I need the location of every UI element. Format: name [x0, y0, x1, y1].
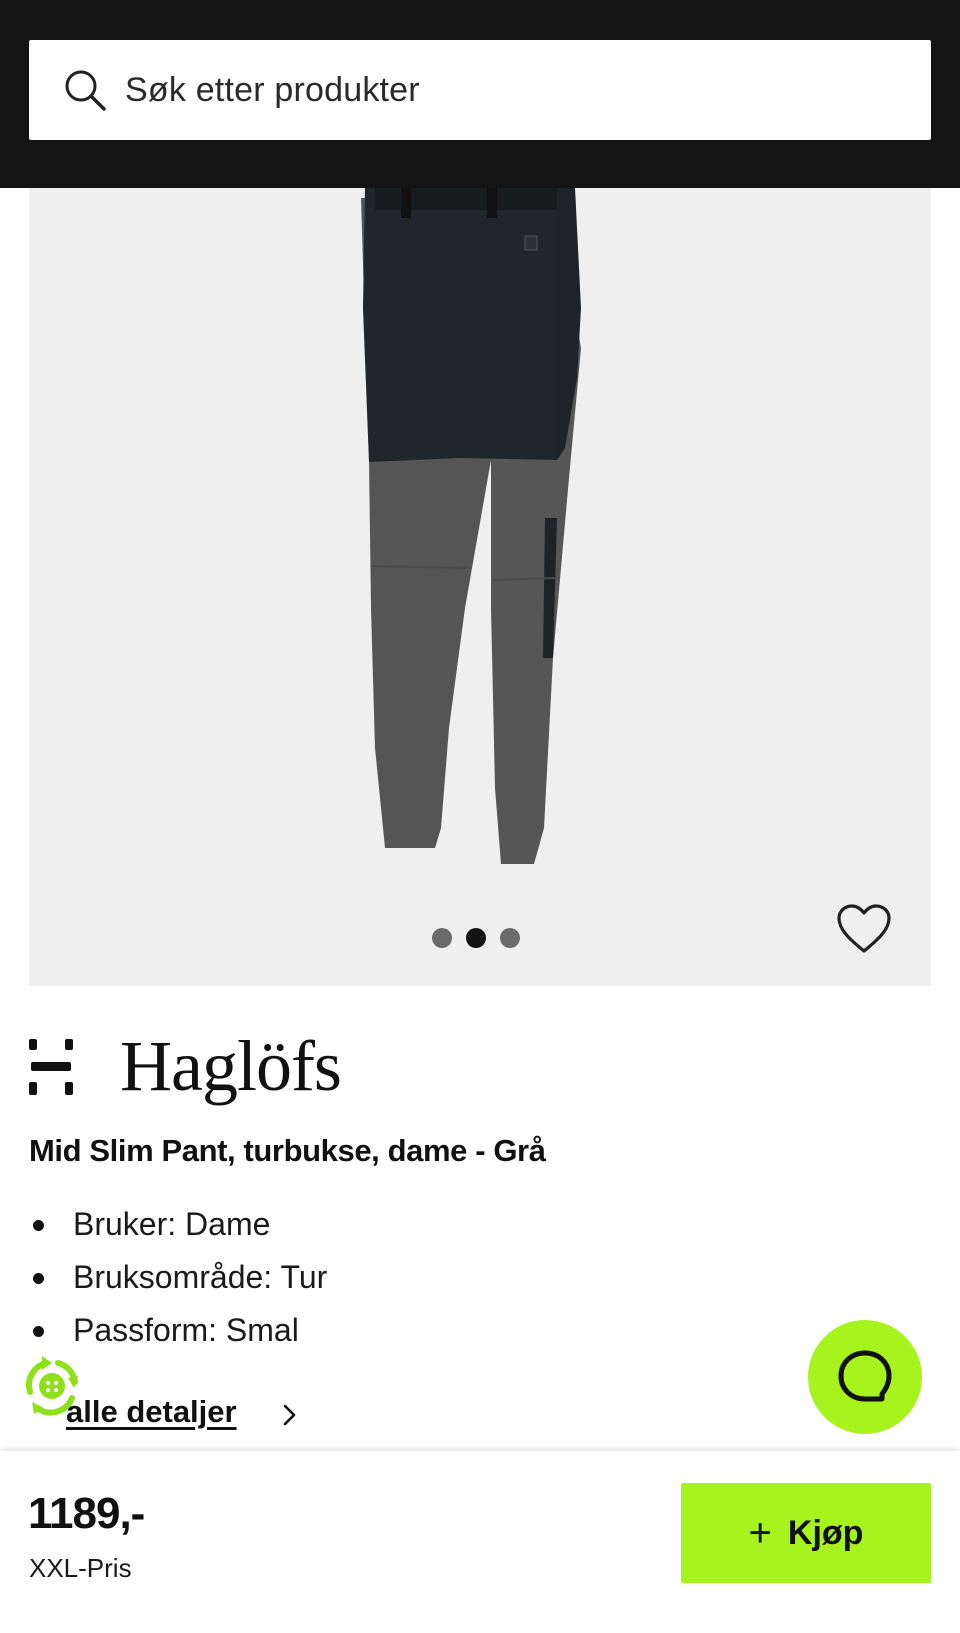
product-title: Mid Slim Pant, turbukse, dame - Grå [29, 1133, 546, 1168]
gallery-pagination[interactable] [432, 928, 520, 948]
gallery-dot[interactable] [500, 928, 520, 948]
feature-item: Bruker: Dame [29, 1198, 327, 1251]
product-image-gallery[interactable] [29, 188, 931, 986]
gallery-dot[interactable] [432, 928, 452, 948]
heart-icon[interactable] [836, 903, 892, 955]
search-bar[interactable]: Søk etter produkter [29, 40, 931, 140]
feature-item: Passform: Smal [29, 1304, 327, 1357]
feature-item: Bruksområde: Tur [29, 1251, 327, 1304]
chat-button[interactable] [808, 1320, 922, 1434]
feature-list: Bruker: Dame Bruksområde: Tur Passform: … [29, 1198, 327, 1357]
brand-logo[interactable]: Haglöfs [28, 1025, 342, 1108]
buy-button-label: Kjøp [787, 1513, 864, 1552]
haglofs-logo-icon [29, 1038, 73, 1095]
price: 1189,- [28, 1489, 145, 1538]
eco-badge-icon[interactable] [18, 1352, 86, 1420]
search-icon [65, 70, 106, 111]
search-input[interactable]: Søk etter produkter [125, 71, 420, 110]
brand-name: Haglöfs [120, 1026, 342, 1106]
gallery-dot-active[interactable] [466, 928, 486, 948]
chat-icon [838, 1350, 892, 1402]
all-details-link[interactable]: alle detaljer [66, 1394, 237, 1430]
purchase-bar: 1189,- XXL-Pris + Kjøp [0, 1451, 960, 1633]
product-image [361, 188, 581, 864]
plus-icon: + [748, 1511, 772, 1555]
chevron-right-icon[interactable] [282, 1403, 298, 1427]
buy-button[interactable]: + Kjøp [681, 1483, 931, 1583]
price-label: XXL-Pris [29, 1553, 132, 1583]
top-header: Søk etter produkter [0, 0, 960, 188]
